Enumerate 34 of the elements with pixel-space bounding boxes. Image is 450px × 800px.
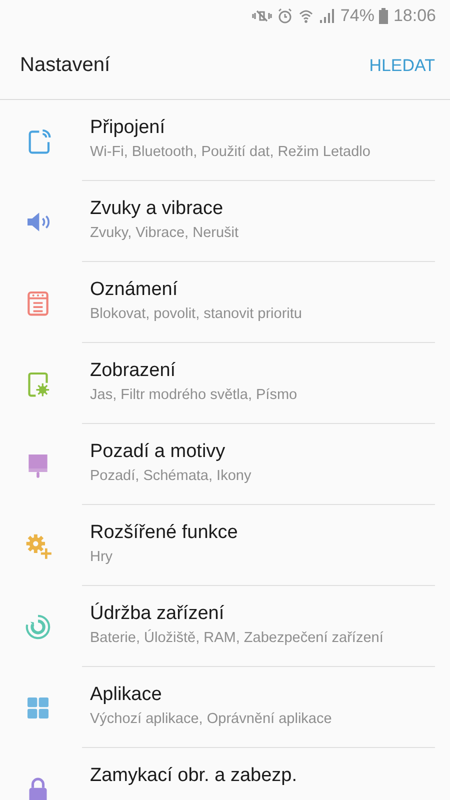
item-subtitle: Výchozí aplikace, Oprávnění aplikace xyxy=(90,710,333,729)
item-title: Zobrazení xyxy=(90,359,177,383)
item-title: Pozadí a motivy xyxy=(90,440,226,464)
item-title: Připojení xyxy=(90,116,166,140)
item-title: Údržba zařízení xyxy=(90,602,226,626)
item-title: Zvuky a vibrace xyxy=(90,197,224,221)
settings-item[interactable]: Zvuky a vibrace Zvuky, Vibrace, Nerušit xyxy=(0,181,450,262)
item-subtitle: Hry xyxy=(90,548,114,567)
settings-item[interactable]: Pozadí a motivy Pozadí, Schémata, Ikony xyxy=(0,424,450,505)
settings-item[interactable]: Oznámení Blokovat, povolit, stanovit prioritu xyxy=(0,262,450,343)
settings-item[interactable]: Rozšířené funkce Hry xyxy=(0,505,450,586)
vibrate-mute-icon xyxy=(252,8,272,24)
item-title: Rozšířené funkce xyxy=(90,521,239,545)
item-subtitle: Baterie, Úložiště, RAM, Zabezpečení zařízení xyxy=(90,628,384,648)
item-title: Oznámení xyxy=(90,278,179,302)
settings-item[interactable]: Zobrazení Jas, Filtr modrého světla, Písmo xyxy=(0,343,450,424)
item-title: Aplikace xyxy=(90,683,163,707)
settings-item[interactable]: Údržba zařízení Baterie, Úložiště, RAM, Zabezpečení zařízení xyxy=(0,586,450,667)
clock-time: 18:06 xyxy=(393,6,436,26)
settings-item[interactable]: Zamykací obr. a zabezp. xyxy=(0,748,450,800)
item-subtitle: Blokovat, povolit, stanovit prioritu xyxy=(90,305,303,324)
settings-item[interactable]: Připojení Wi-Fi, Bluetooth, Použití dat, Režim Letadlo xyxy=(0,100,450,181)
item-subtitle: Zvuky, Vibrace, Nerušit xyxy=(90,224,240,243)
item-subtitle: Pozadí, Schémata, Ikony xyxy=(90,467,252,486)
battery-percentage: 74% xyxy=(340,6,374,26)
alarm-icon xyxy=(277,8,294,24)
signal-icon xyxy=(319,8,336,24)
page-title: Nastavení xyxy=(20,54,110,77)
settings-item[interactable]: Aplikace Výchozí aplikace, Oprávnění aplikace xyxy=(0,667,450,748)
battery-icon xyxy=(379,8,388,24)
wifi-icon xyxy=(298,8,314,24)
item-subtitle: Jas, Filtr modrého světla, Písmo xyxy=(90,386,298,405)
item-title: Zamykací obr. a zabezp. xyxy=(90,764,298,788)
item-subtitle: Wi-Fi, Bluetooth, Použití dat, Režim Letadlo xyxy=(90,143,372,162)
